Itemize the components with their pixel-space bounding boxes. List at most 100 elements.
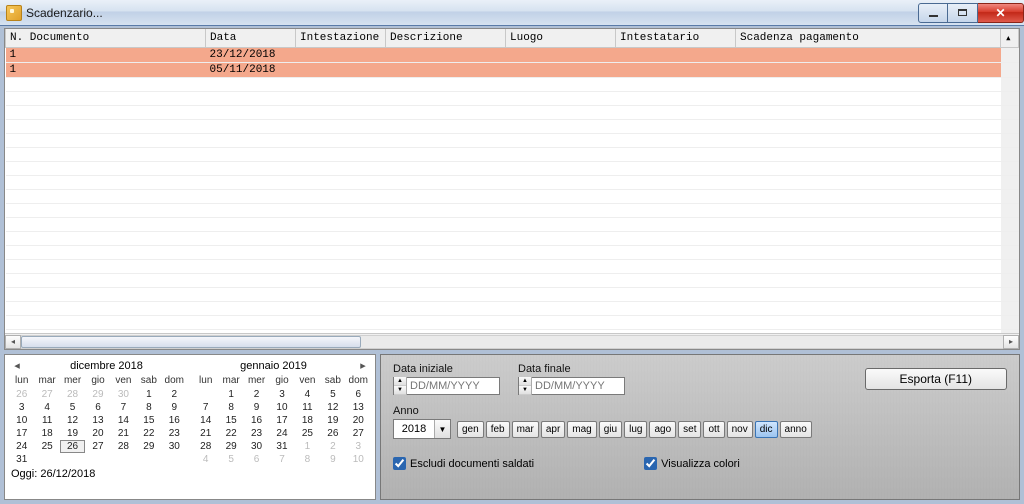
month-button-mag[interactable]: mag	[567, 421, 596, 438]
calendar-day[interactable]: 20	[85, 427, 110, 440]
calendar-day[interactable]: 3	[9, 401, 34, 414]
month-button-lug[interactable]: lug	[624, 421, 647, 438]
calendar-day[interactable]: 17	[9, 427, 34, 440]
month-button-apr[interactable]: apr	[541, 421, 565, 438]
date-end-input[interactable]: ▲▼	[518, 377, 625, 395]
calendar-day[interactable]: 11	[295, 401, 320, 414]
calendar-day[interactable]: 30	[244, 440, 269, 453]
calendar-day[interactable]: 24	[269, 427, 294, 440]
data-grid[interactable]: N. Documento Data Intestazione Descrizio…	[5, 29, 1019, 333]
calendar-day[interactable]: 19	[320, 414, 345, 427]
col-intestazione[interactable]: Intestazione	[296, 29, 386, 48]
calendar-day[interactable]: 28	[111, 440, 136, 453]
checkbox-saldati[interactable]: Escludi documenti saldati	[393, 457, 534, 470]
horizontal-scrollbar[interactable]: ◂ ▸	[5, 333, 1019, 349]
minimize-button[interactable]	[918, 3, 948, 23]
col-luogo[interactable]: Luogo	[506, 29, 616, 48]
col-ndocumento[interactable]: N. Documento	[6, 29, 206, 48]
calendar-day[interactable]: 6	[244, 453, 269, 466]
calendar-next-button[interactable]: ▸	[357, 359, 369, 372]
calendar-day[interactable]: 19	[60, 427, 85, 440]
calendar-day[interactable]: 5	[60, 401, 85, 414]
month-button-nov[interactable]: nov	[727, 421, 753, 438]
calendar-day[interactable]: 8	[136, 401, 161, 414]
table-row[interactable]: 123/12/2018	[6, 48, 1019, 63]
export-button[interactable]: Esporta (F11)	[865, 368, 1007, 390]
calendar-day[interactable]: 26	[9, 388, 34, 401]
calendar-day[interactable]: 1	[136, 388, 161, 401]
calendar-day[interactable]: 7	[111, 401, 136, 414]
calendar-day[interactable]: 26	[60, 440, 85, 453]
calendar-day[interactable]: 1	[295, 440, 320, 453]
calendar-day[interactable]: 23	[244, 427, 269, 440]
col-intestatario[interactable]: Intestatario	[616, 29, 736, 48]
calendar-day[interactable]: 21	[193, 427, 218, 440]
scroll-right-button[interactable]: ▸	[1003, 335, 1019, 349]
calendar-day[interactable]: 10	[269, 401, 294, 414]
maximize-button[interactable]	[948, 3, 978, 23]
calendar-day[interactable]: 18	[34, 427, 59, 440]
calendar-day[interactable]: 25	[295, 427, 320, 440]
date-start-input[interactable]: ▲▼	[393, 377, 500, 395]
date-start-spinner[interactable]: ▲▼	[394, 377, 407, 395]
col-scadenza[interactable]: Scadenza pagamento	[736, 29, 1001, 48]
calendar-day[interactable]: 1	[218, 388, 243, 401]
calendar-day[interactable]: 31	[269, 440, 294, 453]
year-field[interactable]	[394, 423, 434, 435]
table-row[interactable]: 105/11/2018	[6, 63, 1019, 78]
calendar-day[interactable]: 3	[269, 388, 294, 401]
calendar-day[interactable]: 28	[60, 388, 85, 401]
calendar-day[interactable]: 6	[346, 388, 371, 401]
calendar-month1-grid[interactable]: 2627282930123456789101112131415161718192…	[9, 388, 187, 466]
calendar-day[interactable]: 16	[244, 414, 269, 427]
calendar-day[interactable]: 29	[85, 388, 110, 401]
col-descrizione[interactable]: Descrizione	[386, 29, 506, 48]
month-button-feb[interactable]: feb	[486, 421, 510, 438]
calendar-day[interactable]: 2	[320, 440, 345, 453]
calendar-day[interactable]: 5	[320, 388, 345, 401]
calendar-day[interactable]: 31	[9, 453, 34, 466]
calendar-day[interactable]: 9	[162, 401, 187, 414]
calendar-day[interactable]: 13	[85, 414, 110, 427]
calendar-day[interactable]: 27	[346, 427, 371, 440]
date-end-field[interactable]	[532, 380, 624, 392]
calendar-day[interactable]: 7	[269, 453, 294, 466]
calendar-day[interactable]: 2	[162, 388, 187, 401]
calendar-day[interactable]: 8	[218, 401, 243, 414]
calendar-day[interactable]: 18	[295, 414, 320, 427]
calendar-day[interactable]: 30	[111, 388, 136, 401]
calendar-day[interactable]: 14	[193, 414, 218, 427]
calendar-day[interactable]: 22	[136, 427, 161, 440]
close-button[interactable]: ✕	[978, 3, 1024, 23]
calendar-day[interactable]: 28	[193, 440, 218, 453]
calendar-day[interactable]: 12	[320, 401, 345, 414]
calendar-day[interactable]: 22	[218, 427, 243, 440]
calendar-day[interactable]: 4	[34, 401, 59, 414]
calendar-day[interactable]: 29	[136, 440, 161, 453]
month-button-giu[interactable]: giu	[599, 421, 622, 438]
calendar-day[interactable]: 23	[162, 427, 187, 440]
calendar-day[interactable]: 10	[9, 414, 34, 427]
calendar-day[interactable]: 14	[111, 414, 136, 427]
calendar-day[interactable]: 26	[320, 427, 345, 440]
calendar-day[interactable]: 13	[346, 401, 371, 414]
calendar-day[interactable]: 16	[162, 414, 187, 427]
scroll-track[interactable]	[21, 335, 1003, 349]
calendar-day[interactable]: 25	[34, 440, 59, 453]
calendar-month2-grid[interactable]: 1234567891011121314151617181920212223242…	[193, 388, 371, 466]
calendar-day[interactable]: 8	[295, 453, 320, 466]
calendar-day[interactable]: 9	[320, 453, 345, 466]
col-data[interactable]: Data	[206, 29, 296, 48]
checkbox-saldati-input[interactable]	[393, 457, 406, 470]
calendar-day[interactable]: 12	[60, 414, 85, 427]
calendar-day[interactable]: 24	[9, 440, 34, 453]
calendar-day[interactable]: 29	[218, 440, 243, 453]
calendar-day[interactable]: 20	[346, 414, 371, 427]
scroll-thumb[interactable]	[21, 336, 361, 348]
month-button-dic[interactable]: dic	[755, 421, 778, 438]
calendar-day[interactable]: 3	[346, 440, 371, 453]
calendar-day[interactable]: 10	[346, 453, 371, 466]
checkbox-colori[interactable]: Visualizza colori	[644, 457, 740, 470]
month-button-gen[interactable]: gen	[457, 421, 484, 438]
calendar-prev-button[interactable]: ◂	[11, 359, 23, 372]
